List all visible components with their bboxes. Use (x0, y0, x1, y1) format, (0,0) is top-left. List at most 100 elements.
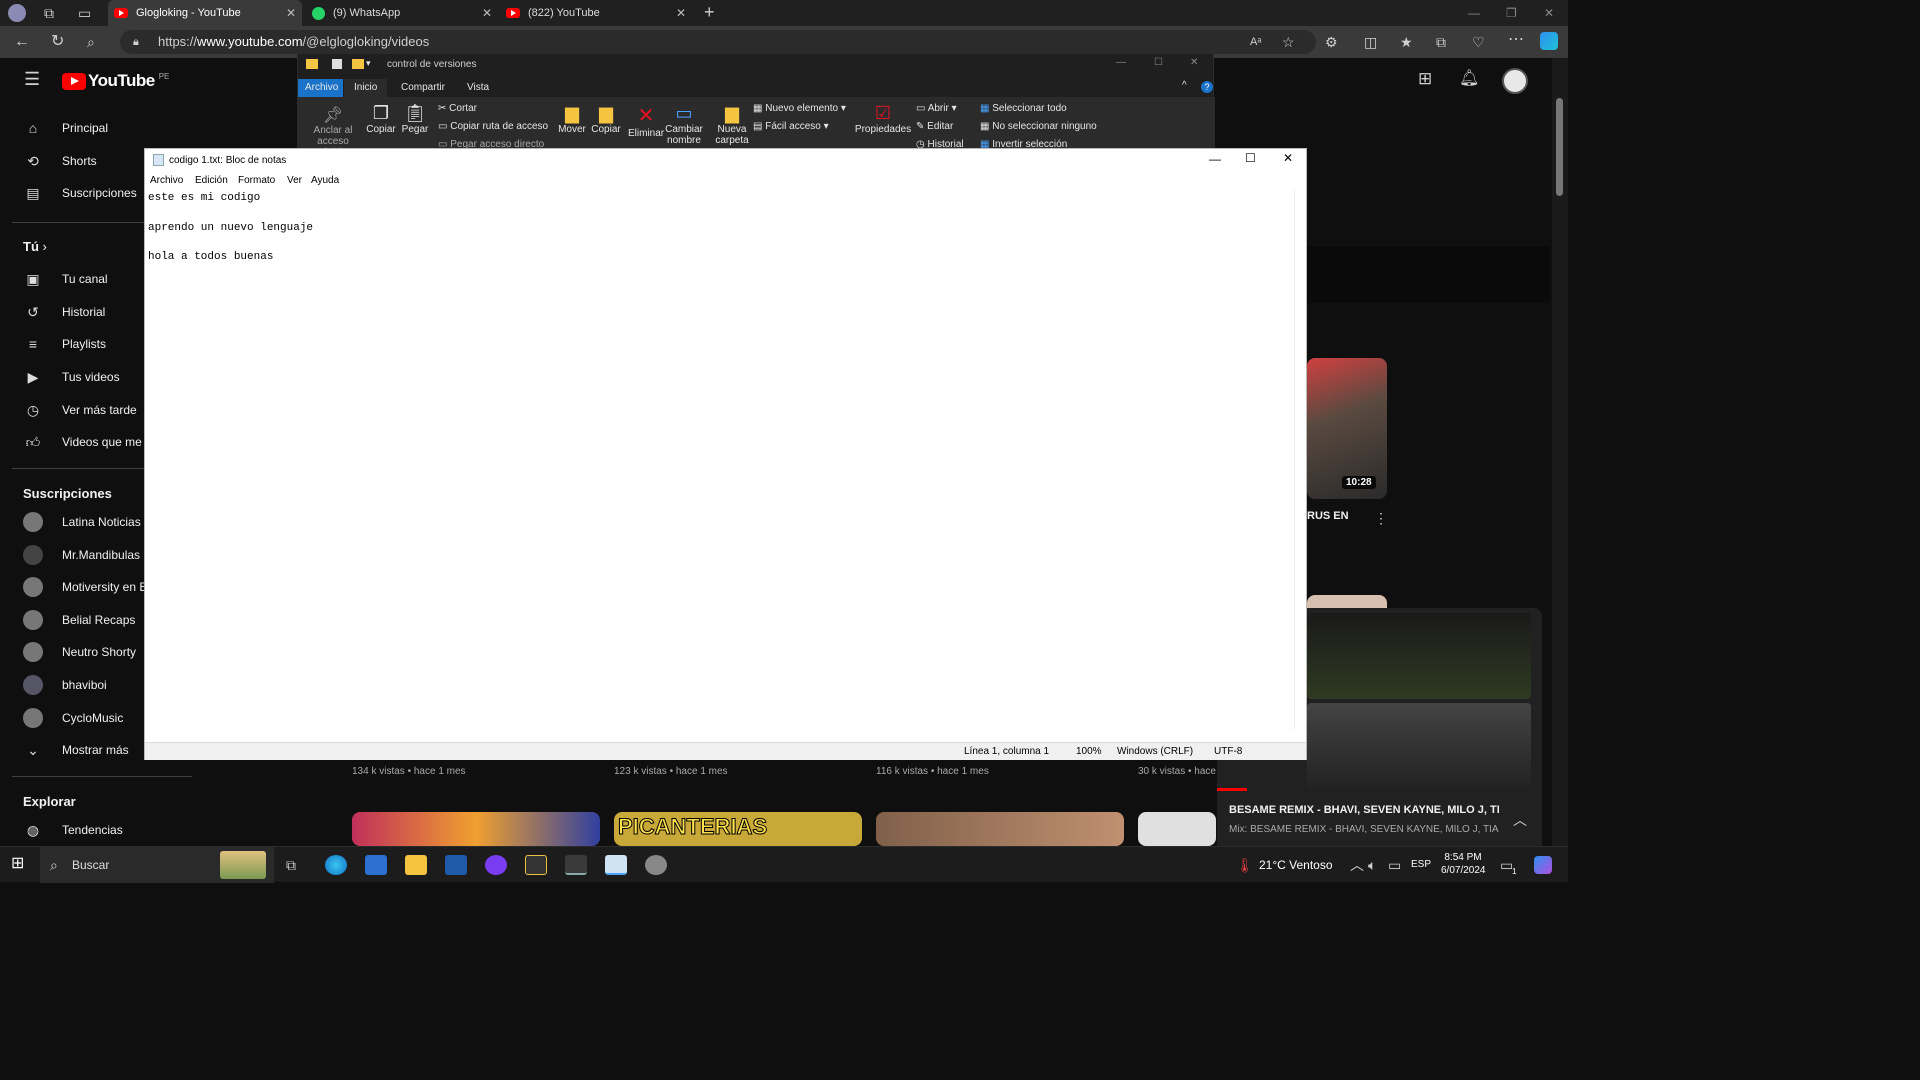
favorite-star-icon[interactable]: ☆ (1282, 34, 1295, 50)
app-icon[interactable] (525, 855, 547, 875)
back-icon[interactable]: ← (14, 34, 30, 50)
tab-whatsapp[interactable]: (9) WhatsApp ✕ (306, 0, 498, 26)
more-menu-icon[interactable]: ⋯ (1508, 32, 1524, 48)
menu-ayuda[interactable]: Ayuda (311, 175, 339, 186)
close-tab-icon[interactable]: ✕ (482, 6, 492, 20)
page-scrollbar[interactable] (1552, 58, 1568, 846)
horizontal-scrollbar[interactable] (145, 729, 1296, 741)
easy-access-button[interactable]: ▤ Fácil acceso ▾ (753, 121, 829, 132)
menu-archivo[interactable]: Archivo (150, 175, 183, 186)
cut-button[interactable]: ✂ Cortar (438, 103, 477, 114)
taskbar-search-box[interactable]: ⌕ Buscar (40, 847, 274, 883)
close-icon[interactable]: ✕ (1190, 57, 1198, 68)
menu-ver[interactable]: Ver (287, 175, 302, 186)
powershell-icon[interactable] (445, 855, 467, 875)
discord-icon[interactable] (485, 855, 507, 875)
properties-button[interactable]: ☑ Propiedades (854, 103, 912, 135)
clock[interactable]: 8:54 PM 6/07/2024 (1441, 852, 1486, 876)
tab-archivo[interactable]: Archivo (298, 79, 343, 97)
collections-icon[interactable]: ⧉ (1436, 34, 1446, 50)
maximize-icon[interactable]: ☐ (1154, 57, 1163, 68)
tab-compartir[interactable]: Compartir (401, 82, 445, 93)
close-tab-icon[interactable]: ✕ (676, 6, 686, 20)
maximize-icon[interactable]: ☐ (1245, 151, 1256, 165)
extensions-icon[interactable]: ⚙ (1325, 34, 1338, 50)
copy-button[interactable]: ❐ Copiar (364, 103, 398, 135)
url-bar[interactable]: 🔒︎ https://www.youtube.com/@elglogloking… (120, 30, 1316, 54)
collapse-ribbon-icon[interactable]: ^ (1182, 80, 1187, 91)
edge-icon[interactable] (325, 855, 347, 875)
rename-button[interactable]: ▭ Cambiar nombre (664, 103, 704, 146)
paste-button[interactable]: 📋︎ Pegar (400, 103, 430, 135)
move-to-button[interactable]: ▆ Mover (556, 103, 588, 135)
restore-icon[interactable]: ❐ (1506, 5, 1517, 21)
close-tab-icon[interactable]: ✕ (286, 6, 296, 20)
refresh-icon[interactable]: ↻ (51, 34, 64, 50)
menu-formato[interactable]: Formato (238, 175, 275, 186)
tab-vista[interactable]: Vista (467, 82, 489, 93)
new-folder-quick-icon[interactable] (352, 59, 364, 69)
favorites-icon[interactable]: ★ (1400, 34, 1413, 50)
copilot-icon[interactable] (1540, 32, 1558, 50)
network-icon[interactable]: ▭ (1388, 857, 1401, 873)
app-icon[interactable] (645, 855, 667, 875)
video-thumbnail[interactable] (352, 812, 600, 846)
minimize-icon[interactable]: — (1468, 5, 1480, 21)
copy-to-button[interactable]: ▆ Copiar (590, 103, 622, 135)
performance-icon[interactable]: ♡ (1472, 34, 1485, 50)
file-explorer-icon[interactable] (405, 855, 427, 875)
tab-glogloking[interactable]: Glogloking - YouTube ✕ (108, 0, 302, 26)
search-icon[interactable]: ⌕ (87, 34, 95, 50)
video-options-icon[interactable]: ⋮ (1374, 510, 1388, 526)
vertical-tabs-icon[interactable]: ▭ (78, 5, 91, 21)
tab-inicio[interactable]: Inicio (344, 79, 387, 97)
video-title[interactable]: RUS EN (1307, 510, 1349, 522)
new-folder-button[interactable]: ▆ Nueva carpeta (712, 103, 752, 146)
open-button[interactable]: ▭ Abrir ▾ (916, 103, 957, 114)
chevron-up-icon[interactable]: ︿ (1350, 857, 1364, 873)
new-tab-icon[interactable]: + (704, 3, 715, 21)
video-thumbnail[interactable] (1138, 812, 1216, 846)
help-icon[interactable]: ? (1201, 81, 1213, 93)
you-section-header[interactable]: Tú › (23, 239, 47, 254)
copy-path-button[interactable]: ▭ Copiar ruta de acceso (438, 121, 548, 132)
account-avatar[interactable] (1502, 68, 1528, 94)
task-view-icon[interactable]: ⧉ (286, 857, 296, 873)
close-icon[interactable]: ✕ (1283, 151, 1293, 165)
windows-start-icon[interactable]: ⊞ (11, 856, 24, 872)
miniplayer-progress[interactable] (1217, 788, 1247, 791)
lock-icon[interactable]: 🔒︎ (133, 34, 139, 50)
edit-button[interactable]: ✎ Editar (916, 121, 953, 132)
notepad-taskbar-icon[interactable] (605, 855, 627, 875)
new-item-button[interactable]: ▦ Nuevo elemento ▾ (753, 103, 846, 114)
video-thumbnail[interactable]: PICANTERIAS (614, 812, 862, 846)
weather-icon[interactable]: 🌡︎ (1236, 857, 1254, 873)
minimize-icon[interactable]: — (1209, 152, 1221, 166)
notifications-bell-icon[interactable]: 🔔︎ (1459, 71, 1479, 87)
volume-icon[interactable]: 🔈︎ (1368, 857, 1376, 873)
weather-widget[interactable]: 21°C Ventoso (1259, 858, 1333, 872)
properties-quick-icon[interactable] (332, 59, 342, 69)
delete-button[interactable]: ✕ Eliminar (628, 103, 664, 139)
video-thumbnail[interactable] (876, 812, 1124, 846)
close-window-icon[interactable]: ✕ (1544, 5, 1554, 21)
menu-hamburger-icon[interactable]: ☰ (24, 70, 40, 88)
youtube-logo[interactable]: YouTube PE (62, 71, 169, 91)
tab-youtube[interactable]: (822) YouTube ✕ (500, 0, 692, 26)
minimize-icon[interactable]: — (1116, 57, 1126, 68)
language-indicator[interactable]: ESP (1411, 859, 1431, 870)
copilot-icon[interactable] (1534, 856, 1552, 874)
video-thumbnail[interactable]: 10:28 (1307, 358, 1387, 499)
store-icon[interactable] (365, 855, 387, 875)
workspaces-icon[interactable]: ⧉ (44, 5, 54, 21)
scroll-thumb[interactable] (1556, 98, 1563, 196)
profile-avatar-icon[interactable] (8, 4, 26, 22)
notepad-text-area[interactable]: este es mi codigo aprendo un nuevo lengu… (145, 190, 1296, 735)
split-screen-icon[interactable]: ◫ (1364, 34, 1377, 50)
steam-app-icon[interactable] (565, 855, 587, 875)
chevron-up-icon[interactable]: ︿ (1513, 812, 1527, 828)
create-video-icon[interactable]: ⊞ (1418, 70, 1432, 87)
quick-access-dropdown-icon[interactable]: ▾ (366, 58, 371, 69)
select-all-button[interactable]: ▦ Seleccionar todo (980, 103, 1067, 114)
vertical-scrollbar[interactable] (1294, 190, 1306, 734)
